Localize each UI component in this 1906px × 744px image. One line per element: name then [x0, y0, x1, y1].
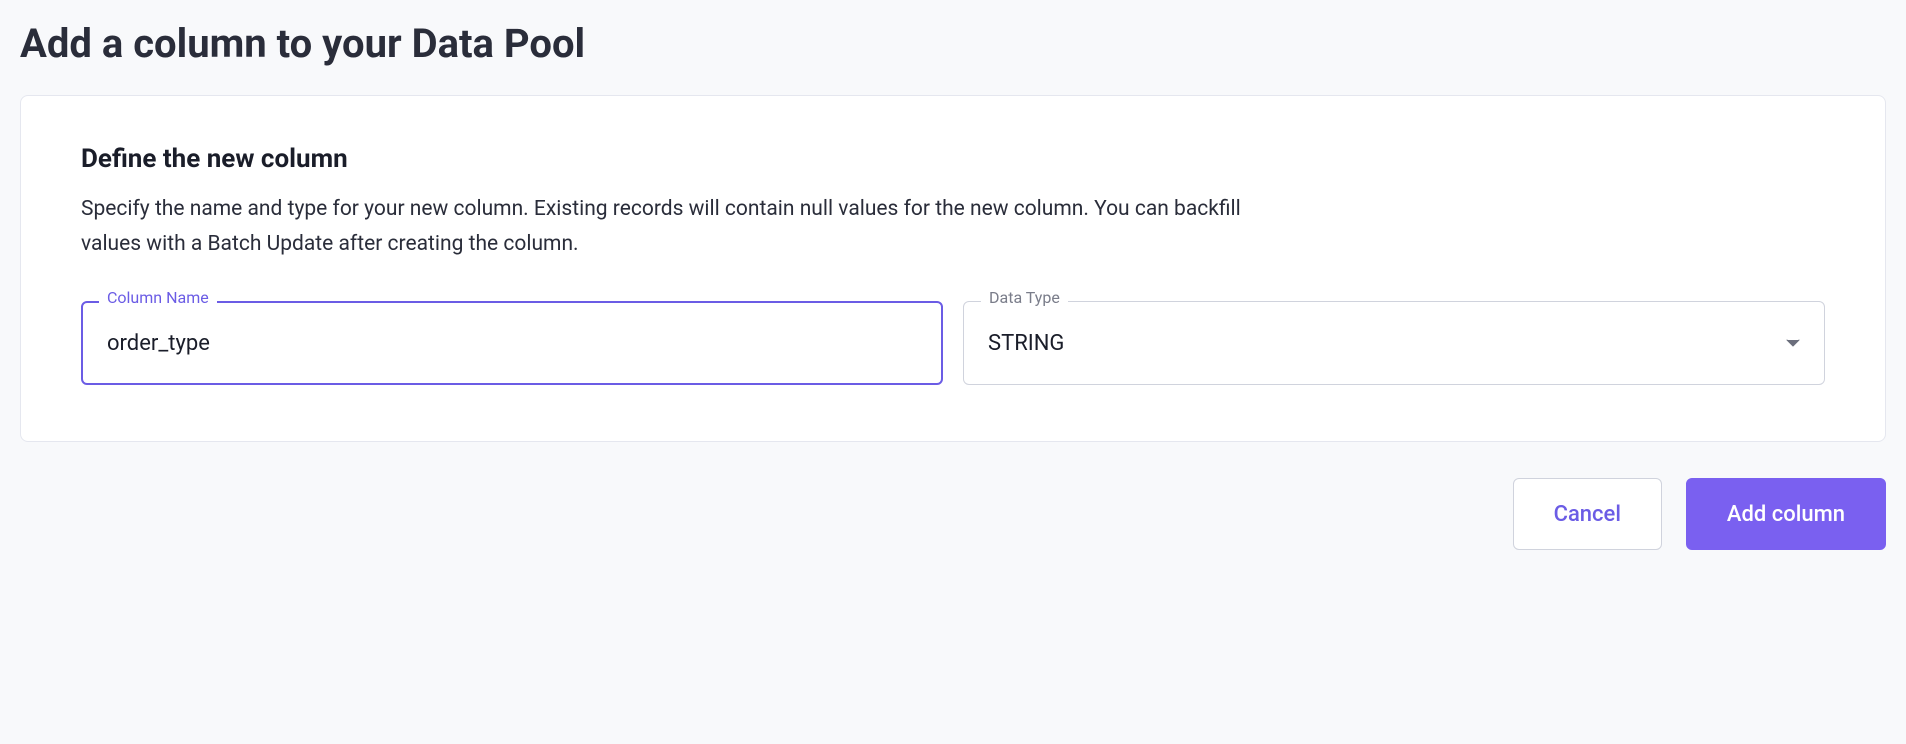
column-name-input[interactable]	[81, 301, 943, 385]
chevron-down-icon	[1786, 339, 1800, 347]
field-row: Column Name Data Type STRING	[81, 301, 1825, 385]
column-name-field-wrap: Column Name	[81, 301, 943, 385]
actions-row: Cancel Add column	[20, 478, 1886, 550]
data-type-value: STRING	[988, 331, 1064, 356]
column-name-label: Column Name	[99, 290, 217, 306]
data-type-select[interactable]: STRING	[963, 301, 1825, 385]
data-type-field-wrap: Data Type STRING	[963, 301, 1825, 385]
page-title: Add a column to your Data Pool	[20, 20, 1886, 67]
add-column-button[interactable]: Add column	[1686, 478, 1886, 550]
data-type-label: Data Type	[981, 290, 1068, 306]
section-description: Specify the name and type for your new c…	[81, 192, 1261, 261]
form-card: Define the new column Specify the name a…	[20, 95, 1886, 442]
cancel-button[interactable]: Cancel	[1513, 478, 1662, 550]
section-title: Define the new column	[81, 144, 1825, 174]
